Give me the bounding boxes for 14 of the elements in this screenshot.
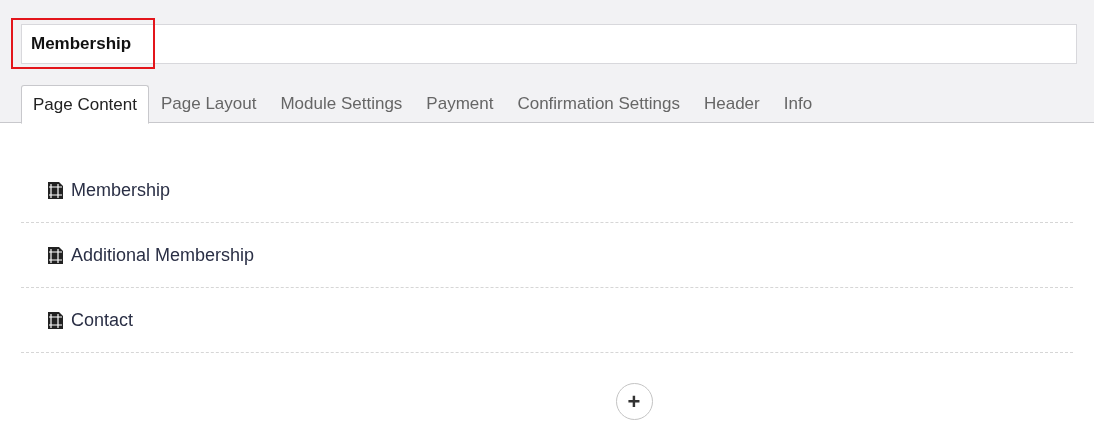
tab[interactable]: Module Settings: [268, 85, 415, 123]
page-item[interactable]: Membership: [71, 176, 171, 204]
tab[interactable]: Page Layout: [148, 85, 269, 123]
tab[interactable]: Payment: [414, 85, 506, 123]
tab[interactable]: Confirmation Settings: [505, 85, 692, 123]
tab[interactable]: Header: [691, 85, 772, 123]
page-icon: [47, 245, 64, 265]
tab[interactable]: Page Content: [21, 85, 149, 124]
page-item[interactable]: Additional Membership: [71, 241, 255, 269]
page-icon: [47, 310, 64, 330]
page-item[interactable]: Contact: [71, 306, 134, 334]
title-field[interactable]: Membership: [21, 24, 1077, 64]
tab[interactable]: Info: [771, 85, 825, 123]
page-icon: [47, 180, 64, 200]
